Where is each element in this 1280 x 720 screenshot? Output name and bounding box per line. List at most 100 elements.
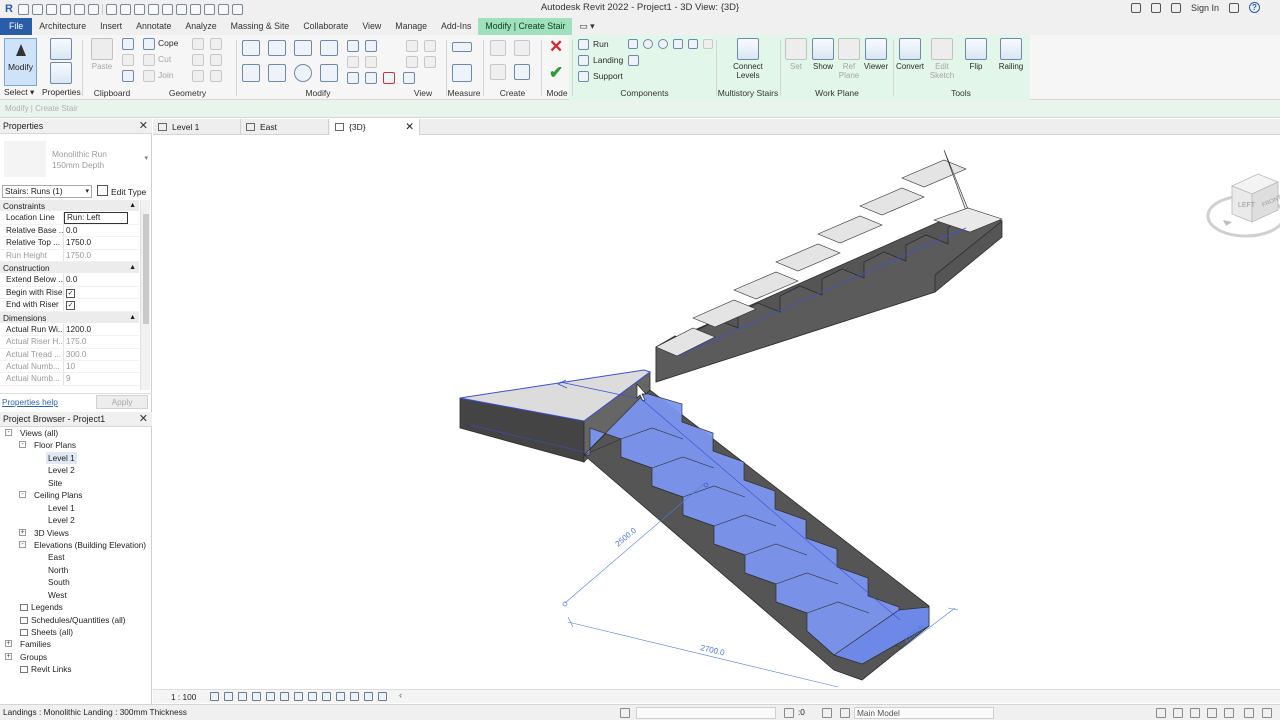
dimension-label-bottom[interactable]: 2700.0 [700, 643, 726, 657]
tab-view[interactable]: View [355, 18, 388, 35]
browser-node[interactable]: East [0, 551, 152, 563]
highlight-displacement-icon[interactable] [378, 692, 387, 701]
browser-node[interactable]: - Elevations (Building Elevation) [0, 539, 152, 551]
shadows-icon[interactable] [252, 692, 261, 701]
browser-node-text[interactable]: Schedules/Quantities (all) [18, 614, 128, 626]
tab-3d[interactable]: {3D} ✕ [330, 119, 420, 135]
browser-node-text[interactable]: South [46, 576, 72, 588]
collapse-icon[interactable]: - [19, 441, 26, 449]
lock-view-icon[interactable] [308, 692, 317, 701]
filter-icon[interactable] [1262, 708, 1272, 718]
temp-view-properties-icon[interactable] [350, 692, 359, 701]
property-value[interactable]: 1750.0 [64, 237, 139, 248]
select-panel-title[interactable]: Select ▾ [4, 87, 34, 98]
browser-node-text[interactable]: West [46, 589, 69, 601]
view-scale[interactable]: 1 : 100 [171, 691, 196, 703]
expand-icon[interactable]: + [5, 652, 12, 660]
tab-east[interactable]: East [241, 119, 329, 135]
workset-icon[interactable] [620, 708, 630, 718]
help-icon[interactable]: ? [1249, 2, 1260, 13]
render-icon[interactable] [266, 692, 275, 701]
editable-only-icon[interactable] [784, 708, 794, 718]
browser-node[interactable]: Revit Links [0, 663, 152, 675]
stair-model[interactable]: 2500.0 2700.0 1200.0 LEFT FRONT [153, 136, 1280, 689]
tab-architecture[interactable]: Architecture [32, 18, 93, 35]
temp-hide-icon[interactable] [322, 692, 331, 701]
property-value[interactable]: ✓ [64, 299, 139, 311]
browser-node[interactable]: Level 2 [0, 464, 152, 476]
tab-add-ins[interactable]: Add-Ins [434, 18, 478, 35]
cart-icon[interactable] [1229, 2, 1239, 13]
browser-node[interactable]: Level 1 [0, 451, 152, 465]
browser-node-text[interactable]: Groups [18, 651, 49, 663]
browser-node[interactable]: South [0, 576, 152, 588]
detail-level-icon[interactable] [210, 692, 219, 701]
browser-node[interactable]: Level 2 [0, 514, 152, 526]
browser-node[interactable]: + Groups [0, 651, 152, 663]
edit-type-button[interactable]: Edit Type [97, 185, 146, 199]
browser-node-text[interactable]: 3D Views [32, 527, 71, 539]
expand-icon[interactable]: + [19, 528, 26, 536]
analysis-display-icon[interactable] [364, 692, 373, 701]
collapse-icon[interactable]: - [19, 491, 26, 499]
collapse-icon[interactable]: - [19, 540, 26, 548]
close-icon[interactable]: ✕ [405, 119, 414, 135]
search-icon[interactable] [1130, 2, 1141, 13]
app-store-icon[interactable] [1150, 2, 1161, 13]
modify-button[interactable]: Modify [4, 38, 37, 86]
browser-node[interactable]: Site [0, 477, 152, 489]
browser-node-text[interactable]: Floor Plans [32, 439, 78, 451]
browser-node-text[interactable]: Site [46, 477, 64, 489]
browser-node[interactable]: - Floor Plans [0, 439, 152, 451]
browser-node-text[interactable]: Level 1 [46, 451, 77, 465]
scrollbar-thumb[interactable] [143, 214, 149, 324]
crop-region-icon[interactable] [294, 692, 303, 701]
select-pinned-icon[interactable] [1190, 708, 1200, 718]
checkbox[interactable]: ✓ [66, 301, 75, 311]
close-icon[interactable]: ✕ [139, 412, 148, 427]
browser-node-text[interactable]: East [46, 551, 67, 563]
properties-button[interactable] [45, 38, 77, 62]
collapse-icon[interactable]: - [5, 429, 12, 436]
collapse-arrow-icon[interactable]: ‹ [399, 690, 402, 700]
design-options-icon[interactable] [822, 708, 832, 718]
3d-viewport[interactable]: 2500.0 2700.0 1200.0 LEFT FRONT [153, 136, 1280, 689]
design-option-dropdown[interactable]: Main Model [854, 707, 994, 719]
browser-node-text[interactable]: Level 2 [46, 514, 77, 526]
viewcube[interactable]: LEFT FRONT [1206, 173, 1280, 238]
exclude-options-icon[interactable] [840, 708, 850, 718]
properties-scrollbar[interactable] [140, 200, 150, 390]
tab-massing-site[interactable]: Massing & Site [224, 18, 297, 35]
browser-node[interactable]: Level 1 [0, 502, 152, 514]
browser-node[interactable]: - Views (all) [0, 427, 152, 439]
property-group-header[interactable]: Dimensions ▲ [0, 311, 139, 324]
property-value[interactable]: 0.0 [64, 225, 139, 236]
crop-view-icon[interactable] [280, 692, 289, 701]
property-value[interactable]: Run: Left [64, 212, 128, 224]
tab-modify-create-stair[interactable]: Modify | Create Stair [478, 18, 573, 35]
instance-filter-dropdown[interactable]: Stairs: Runs (1) ▾ [2, 185, 92, 198]
browser-node[interactable]: Schedules/Quantities (all) [0, 614, 152, 626]
browser-node[interactable]: Sheets (all) [0, 626, 152, 638]
browser-node-text[interactable]: Level 1 [46, 502, 77, 514]
browser-node-text[interactable]: Sheets (all) [18, 626, 75, 638]
browser-node[interactable]: Legends [0, 601, 152, 613]
properties-help-link[interactable]: Properties help [2, 397, 58, 407]
tab-analyze[interactable]: Analyze [178, 18, 223, 35]
visual-style-icon[interactable] [224, 692, 233, 701]
property-value[interactable]: 1200.0 [64, 324, 139, 335]
lower-stair-run[interactable] [583, 389, 930, 681]
drag-elements-icon[interactable] [1224, 708, 1234, 718]
browser-node-text[interactable]: Elevations (Building Elevation) [32, 539, 148, 551]
browser-node-text[interactable]: Legends [18, 601, 65, 613]
tab-annotate[interactable]: Annotate [129, 18, 178, 35]
ribbon-options-dropdown[interactable]: ▭ ▾ [572, 18, 601, 35]
tab-file[interactable]: File [0, 18, 33, 35]
tab-collaborate[interactable]: Collaborate [296, 18, 355, 35]
property-group-header[interactable]: Construction ▲ [0, 261, 139, 275]
browser-node-text[interactable]: Level 2 [46, 464, 77, 476]
browser-node-text[interactable]: Views (all) [18, 427, 60, 439]
browser-node-text[interactable]: Families [18, 638, 53, 650]
type-properties-button[interactable] [45, 62, 77, 86]
checkbox[interactable]: ✓ [66, 288, 75, 298]
